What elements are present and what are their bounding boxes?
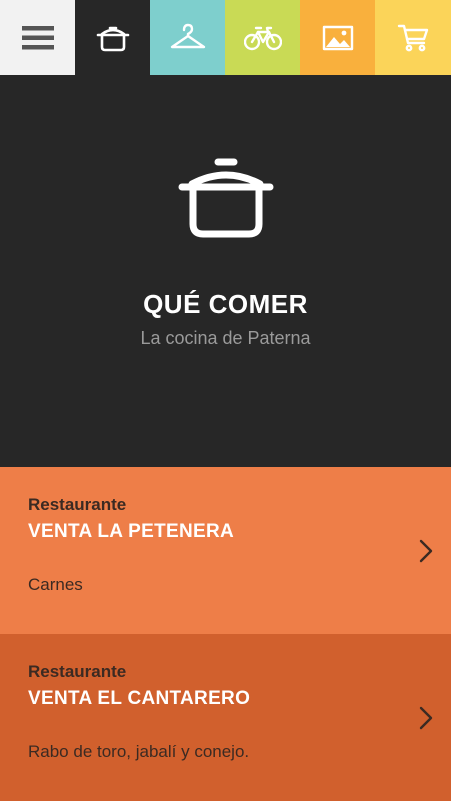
clothes-hanger-icon	[170, 23, 205, 48]
tab-cart[interactable]	[375, 0, 451, 75]
category-tab-bar	[0, 0, 451, 75]
listing-type: Restaurante	[28, 662, 127, 681]
tab-food[interactable]	[75, 0, 150, 75]
chevron-right-icon	[419, 539, 433, 563]
listing-name: VENTA LA PETENERA	[28, 521, 235, 542]
tab-gallery[interactable]	[300, 0, 375, 75]
picture-icon	[322, 25, 353, 50]
section-hero: QUÉ COMER La cocina de Paterna	[0, 75, 451, 467]
cooking-pot-icon	[96, 26, 129, 51]
shopping-cart-icon	[397, 24, 429, 51]
tab-clothes[interactable]	[150, 0, 225, 75]
listing-description: Carnes	[28, 575, 83, 594]
tab-menu[interactable]	[0, 0, 75, 75]
list-item[interactable]: Restaurante VENTA EL CANTARERO Rabo de t…	[0, 634, 451, 801]
listing-description: Rabo de toro, jabalí y conejo.	[28, 742, 250, 761]
chevron-right-icon	[419, 706, 433, 730]
cooking-pot-icon	[178, 158, 274, 245]
list-item[interactable]: Restaurante VENTA LA PETENERA Carnes	[0, 467, 451, 634]
page-title: QUÉ COMER	[143, 289, 308, 319]
listing-name: VENTA EL CANTARERO	[28, 688, 251, 709]
hamburger-menu-icon	[21, 25, 54, 49]
tab-bike[interactable]	[225, 0, 300, 75]
listing-type: Restaurante	[28, 495, 127, 514]
page-subtitle: La cocina de Paterna	[140, 328, 311, 348]
bicycle-icon	[243, 26, 282, 50]
